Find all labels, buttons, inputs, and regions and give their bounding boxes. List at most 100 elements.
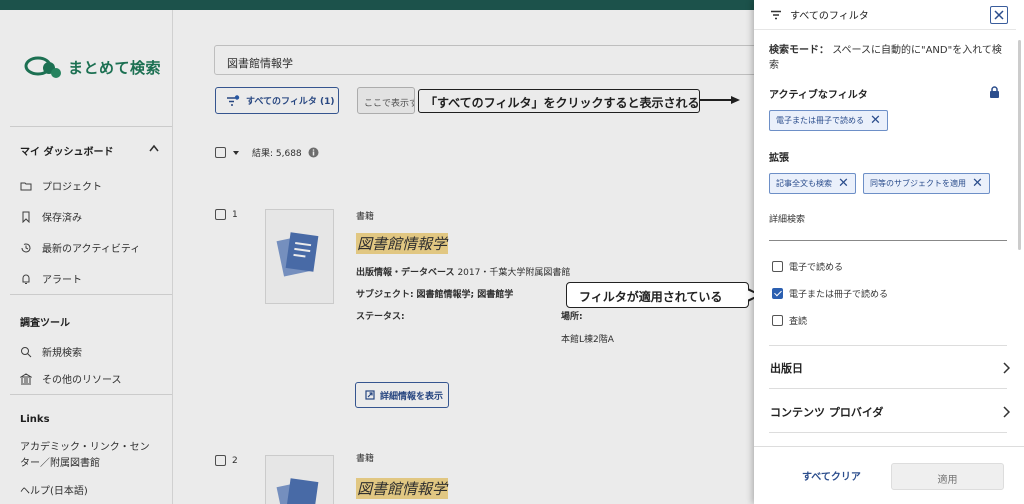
- sidebar-item-new-search[interactable]: 新規検索: [20, 344, 82, 359]
- expand-chip-subjects[interactable]: 同等のサブジェクトを適用 ✕: [863, 173, 990, 194]
- filter-panel: すべてのフィルタ: [754, 0, 1024, 504]
- active-filter-chip[interactable]: 電子または冊子で読める ✕: [769, 110, 888, 131]
- result-title[interactable]: 図書館情報学: [356, 233, 449, 254]
- info-icon[interactable]: [308, 147, 319, 158]
- dashboard-heading-label: マイ ダッシュボード: [20, 147, 114, 158]
- divider: [10, 126, 172, 127]
- result-subject: サブジェクト: 図書館情報学; 図書館学: [356, 287, 513, 300]
- expand-heading: 拡張: [769, 153, 789, 164]
- chip-label: 電子または冊子で読める: [776, 116, 864, 125]
- remove-icon[interactable]: ✕: [838, 177, 849, 190]
- sidebar-item-label: プロジェクト: [42, 182, 102, 193]
- folder-icon: [20, 182, 32, 190]
- sidebar-link-label: アカデミック・リンク・センター／附属図書館: [20, 442, 150, 469]
- remove-icon[interactable]: ✕: [870, 114, 881, 127]
- active-filters-heading: アクティブなフィルタ: [769, 90, 868, 101]
- tools-heading: 調査ツール: [20, 318, 70, 329]
- sidebar: まとめて検索 マイ ダッシュボード プロジェクト 保存済み 最新のアクティビティ…: [0, 10, 173, 504]
- result-select[interactable]: 1: [215, 209, 238, 220]
- select-all-checkbox[interactable]: [215, 147, 226, 158]
- expand-chip-fulltext[interactable]: 記事全文も検索 ✕: [769, 173, 856, 194]
- logo-text: まとめて検索: [68, 58, 162, 77]
- section-label: コンテンツ プロバイダ: [770, 406, 884, 419]
- divider: [769, 345, 1007, 346]
- result-count: 結果: 5,688: [252, 149, 302, 159]
- section-publication-date[interactable]: 出版日: [770, 360, 1010, 376]
- result-index: 2: [232, 455, 238, 466]
- sidebar-item-projects[interactable]: プロジェクト: [20, 178, 102, 193]
- result-type: 書籍: [356, 212, 375, 222]
- result-publication: 出版情報・データベース 2017・千葉大学附属図書館: [356, 265, 570, 278]
- logo-icon: [24, 56, 61, 78]
- library-icon: [20, 372, 32, 384]
- option-peer-reviewed[interactable]: 査読: [772, 314, 807, 327]
- remove-icon[interactable]: ✕: [972, 177, 983, 190]
- divider: [10, 294, 172, 295]
- book-thumbnail[interactable]: [265, 455, 334, 504]
- filter-panel-title: すべてのフィルタ: [790, 11, 869, 22]
- caret-down-icon[interactable]: [232, 150, 240, 156]
- divider: [769, 432, 1007, 433]
- sidebar-item-saved[interactable]: 保存済み: [20, 209, 82, 224]
- dashboard-heading[interactable]: マイ ダッシュボード: [20, 143, 160, 158]
- all-filters-button[interactable]: すべてのフィルタ (1): [215, 87, 339, 114]
- sidebar-item-alerts[interactable]: アラート: [20, 271, 82, 286]
- secondary-toolbar-button[interactable]: ここで表示する: [357, 87, 415, 114]
- section-content-provider[interactable]: コンテンツ プロバイダ: [770, 404, 1010, 420]
- result-select[interactable]: 2: [215, 455, 238, 466]
- option-label: 電子または冊子で読める: [789, 290, 889, 300]
- divider: [769, 240, 1007, 241]
- publication-label: 出版情報・データベース: [356, 268, 455, 278]
- sidebar-link-help[interactable]: ヘルプ(日本語): [20, 482, 88, 497]
- filter-icon: [771, 10, 781, 19]
- all-filters-label: すべてのフィルタ (1): [246, 97, 335, 107]
- sidebar-item-recent-activity[interactable]: 最新のアクティビティ: [20, 240, 140, 255]
- option-checkbox[interactable]: [772, 261, 783, 272]
- panel-scrollbar[interactable]: [1018, 40, 1021, 250]
- document-icon: [276, 232, 319, 277]
- bell-icon: [22, 274, 30, 284]
- advanced-search-heading: 詳細検索: [769, 215, 806, 225]
- chevron-up-icon: [149, 144, 159, 152]
- search-input[interactable]: 図書館情報学: [214, 45, 774, 75]
- bookmark-icon: [22, 211, 30, 223]
- search-icon: [21, 346, 32, 357]
- result-index: 1: [232, 209, 238, 220]
- sidebar-link-academic-link-center[interactable]: アカデミック・リンク・センター／附属図書館: [20, 440, 155, 472]
- option-checkbox[interactable]: [772, 315, 783, 326]
- sidebar-item-label: アラート: [42, 275, 82, 286]
- sidebar-item-label: 保存済み: [42, 213, 82, 224]
- chevron-right-icon: [1003, 406, 1010, 418]
- option-electronic[interactable]: 電子で読める: [772, 260, 843, 273]
- external-link-icon: [365, 390, 375, 400]
- apply-button[interactable]: 適用: [891, 463, 1004, 490]
- option-checkbox-checked[interactable]: [772, 288, 783, 299]
- app-logo[interactable]: まとめて検索: [24, 54, 161, 80]
- option-electronic-or-print[interactable]: 電子または冊子で読める: [772, 287, 888, 300]
- result-status: ステータス:: [356, 309, 405, 322]
- location-label: 場所:: [561, 312, 583, 322]
- publication-value: 2017・千葉大学附属図書館: [457, 268, 571, 278]
- search-mode: 検索モード： スペースに自動的に"AND"を入れて検索: [769, 43, 1009, 73]
- divider: [769, 388, 1007, 389]
- sidebar-item-other-resources[interactable]: その他のリソース: [20, 371, 122, 386]
- result-location-value: 本館L棟2階A: [561, 335, 614, 345]
- sidebar-item-label: 最新のアクティビティ: [42, 244, 141, 255]
- book-thumbnail[interactable]: [265, 209, 334, 304]
- select-all-control[interactable]: 結果: 5,688: [215, 146, 319, 159]
- close-icon: [994, 10, 1004, 20]
- result-title[interactable]: 図書館情報学: [356, 478, 449, 499]
- annotation-callout-filters: 「すべてのフィルタ」をクリックすると表示される: [418, 89, 700, 113]
- option-label: 電子で読める: [789, 263, 844, 273]
- sidebar-item-label: 新規検索: [42, 348, 82, 359]
- result-checkbox[interactable]: [215, 455, 226, 466]
- close-button[interactable]: [990, 6, 1008, 24]
- subject-label: サブジェクト:: [356, 290, 414, 300]
- chip-label: 同等のサブジェクトを適用: [870, 179, 966, 188]
- clear-all-button[interactable]: すべてクリア: [802, 468, 861, 483]
- result-type: 書籍: [356, 454, 375, 464]
- subject-value: 図書館情報学; 図書館学: [416, 290, 514, 300]
- result-checkbox[interactable]: [215, 209, 226, 220]
- show-details-button[interactable]: 詳細情報を表示: [355, 382, 449, 408]
- lock-icon[interactable]: [989, 86, 1000, 98]
